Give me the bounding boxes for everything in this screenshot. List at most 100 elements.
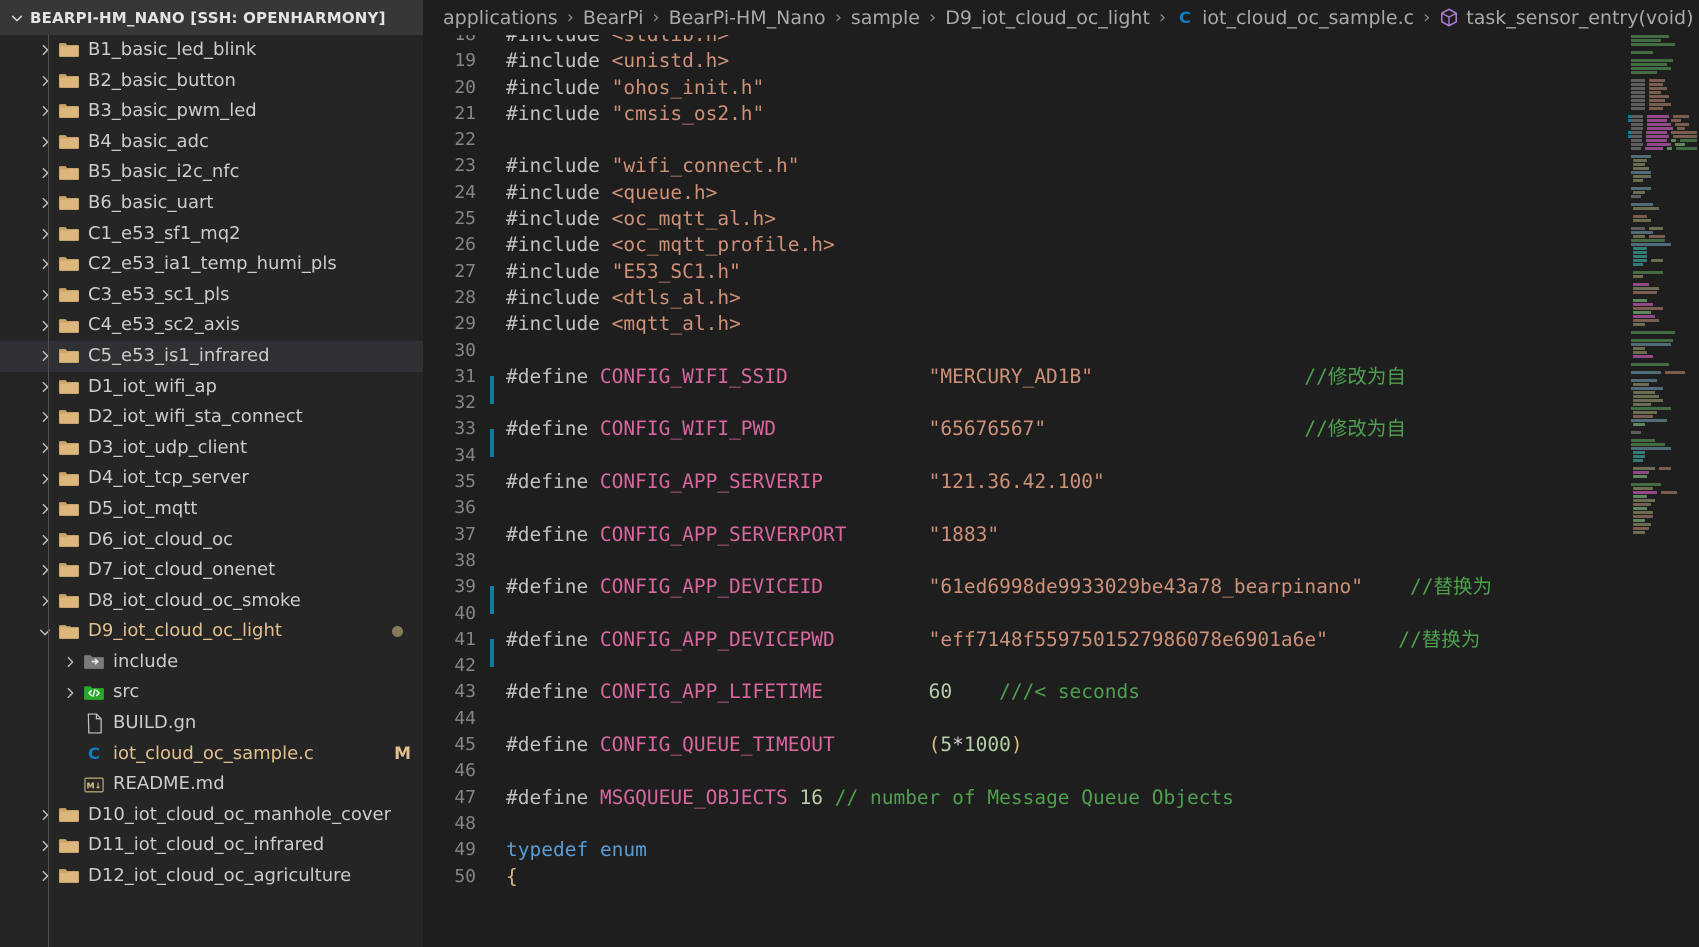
breadcrumb-item-iot-cloud-oc-sample-c[interactable]: Ciot_cloud_oc_sample.c — [1175, 7, 1414, 29]
code-line[interactable]: 45 #define CONFIG_QUEUE_TIMEOUT (5*1000) — [423, 732, 1628, 758]
chevron-right-icon[interactable] — [34, 472, 56, 486]
breadcrumb-item-applications[interactable]: applications — [443, 7, 558, 29]
chevron-right-icon[interactable] — [34, 257, 56, 271]
code-line[interactable]: 44 — [423, 706, 1628, 732]
tree-item-b6-basic-uart[interactable]: B6_basic_uart — [0, 188, 423, 219]
tree-item-iot-cloud-oc-sample-c[interactable]: Ciot_cloud_oc_sample.c M — [0, 739, 423, 770]
chevron-right-icon[interactable] — [34, 227, 56, 241]
code-line[interactable]: 35 #define CONFIG_APP_SERVERIP "121.36.42… — [423, 469, 1628, 495]
code-line[interactable]: 36 — [423, 495, 1628, 521]
breadcrumb-item-bearpi[interactable]: BearPi — [583, 7, 644, 29]
code-line[interactable]: 19 #include <unistd.h> — [423, 48, 1628, 74]
code-line[interactable]: 33 #define CONFIG_WIFI_PWD "65676567" //修… — [423, 416, 1628, 457]
breadcrumb-item-task-sensor-entry-void-[interactable]: task_sensor_entry(void) — [1439, 7, 1694, 29]
tree-item-d4-iot-tcp-server[interactable]: D4_iot_tcp_server — [0, 463, 423, 494]
breadcrumb[interactable]: applications › BearPi › BearPi-HM_Nano › sampl… — [423, 0, 1699, 35]
code-line[interactable]: 49 typedef enum — [423, 837, 1628, 863]
chevron-right-icon[interactable] — [34, 502, 56, 516]
tree-item-c3-e53-sc1-pls[interactable]: C3_e53_sc1_pls — [0, 280, 423, 311]
tree-item-readme-md[interactable]: M↓ README.md — [0, 769, 423, 800]
explorer-section-header[interactable]: BEARPI-HM_NANO [SSH: OPENHARMONY] — [0, 0, 423, 35]
chevron-down-icon[interactable] — [10, 11, 24, 25]
chevron-right-icon[interactable] — [59, 686, 81, 700]
code-line[interactable]: 31 #define CONFIG_WIFI_SSID "MERCURY_AD1B… — [423, 364, 1628, 404]
chevron-right-icon[interactable] — [34, 104, 56, 118]
code-line[interactable]: 50 { — [423, 864, 1628, 890]
chevron-right-icon[interactable] — [34, 135, 56, 149]
chevron-right-icon[interactable] — [34, 380, 56, 394]
code-line[interactable]: 22 — [423, 127, 1628, 153]
chevron-right-icon[interactable] — [34, 533, 56, 547]
tree-item-d3-iot-udp-client[interactable]: D3_iot_udp_client — [0, 433, 423, 464]
chevron-right-icon[interactable] — [34, 839, 56, 853]
code-line[interactable]: 47 #define MSGQUEUE_OBJECTS 16 // number … — [423, 785, 1628, 811]
breadcrumb-item-d9-iot-cloud-oc-light[interactable]: D9_iot_cloud_oc_light — [945, 7, 1150, 29]
chevron-right-icon[interactable] — [34, 563, 56, 577]
chevron-right-icon[interactable] — [34, 808, 56, 822]
tree-item-d1-iot-wifi-ap[interactable]: D1_iot_wifi_ap — [0, 372, 423, 403]
tree-item-b1-basic-led-blink[interactable]: B1_basic_led_blink — [0, 35, 423, 66]
tree-item-c1-e53-sf1-mq2[interactable]: C1_e53_sf1_mq2 — [0, 219, 423, 250]
code-line[interactable]: 21 #include "cmsis_os2.h" — [423, 101, 1628, 127]
chevron-right-icon[interactable] — [34, 196, 56, 210]
code-line[interactable]: 42 — [423, 653, 1628, 679]
chevron-down-icon[interactable] — [34, 625, 56, 639]
chevron-right-icon[interactable] — [34, 594, 56, 608]
code-line[interactable]: 38 — [423, 548, 1628, 574]
minimap[interactable] — [1628, 35, 1699, 947]
code-line[interactable]: 27 #include "E53_SC1.h" — [423, 259, 1628, 285]
tree-item-d5-iot-mqtt[interactable]: D5_iot_mqtt — [0, 494, 423, 525]
chevron-right-icon[interactable] — [34, 288, 56, 302]
tree-item-b5-basic-i2c-nfc[interactable]: B5_basic_i2c_nfc — [0, 157, 423, 188]
tree-item-d11-iot-cloud-oc-infrared[interactable]: D11_iot_cloud_oc_infrared — [0, 830, 423, 861]
tree-item-d2-iot-wifi-sta-connect[interactable]: D2_iot_wifi_sta_connect — [0, 402, 423, 433]
chevron-right-icon[interactable] — [34, 43, 56, 57]
code-line[interactable]: 34 — [423, 443, 1628, 469]
tree-item-d12-iot-cloud-oc-agriculture[interactable]: D12_iot_cloud_oc_agriculture — [0, 861, 423, 892]
code-line[interactable]: 41 #define CONFIG_APP_DEVICEPWD "eff7148f… — [423, 627, 1628, 667]
code-line[interactable]: 23 #include "wifi_connect.h" — [423, 153, 1628, 179]
code-line[interactable]: 29 #include <mqtt_al.h> — [423, 311, 1628, 337]
tree-item-d6-iot-cloud-oc[interactable]: D6_iot_cloud_oc — [0, 525, 423, 556]
chevron-right-icon[interactable] — [34, 349, 56, 363]
tree-item-src[interactable]: src — [0, 677, 423, 708]
code-line[interactable]: 18 #include <stdlib.h> — [423, 35, 1628, 48]
breadcrumb-item-sample[interactable]: sample — [851, 7, 920, 29]
tree-item-b3-basic-pwm-led[interactable]: B3_basic_pwm_led — [0, 96, 423, 127]
tree-item-c5-e53-is1-infrared[interactable]: C5_e53_is1_infrared — [0, 340, 423, 372]
svg-text:M↓: M↓ — [87, 780, 102, 790]
breadcrumb-item-bearpi-hm-nano[interactable]: BearPi-HM_Nano — [669, 7, 826, 29]
code-line[interactable]: 26 #include <oc_mqtt_profile.h> — [423, 232, 1628, 258]
code-line[interactable]: 40 — [423, 601, 1628, 627]
code-line[interactable]: 28 #include <dtls_al.h> — [423, 285, 1628, 311]
code-line[interactable]: 20 #include "ohos_init.h" — [423, 75, 1628, 101]
code-line[interactable]: 46 — [423, 758, 1628, 784]
code-line[interactable]: 39 #define CONFIG_APP_DEVICEID "61ed6998d… — [423, 574, 1628, 615]
chevron-right-icon[interactable] — [34, 869, 56, 883]
code-line[interactable]: 24 #include <queue.h> — [423, 180, 1628, 206]
tree-item-b4-basic-adc[interactable]: B4_basic_adc — [0, 127, 423, 158]
tree-item-b2-basic-button[interactable]: B2_basic_button — [0, 66, 423, 97]
tree-item-c4-e53-sc2-axis[interactable]: C4_e53_sc2_axis — [0, 310, 423, 341]
chevron-right-icon[interactable] — [34, 319, 56, 333]
tree-item-c2-e53-ia1-temp-humi-pls[interactable]: C2_e53_ia1_temp_humi_pls — [0, 249, 423, 280]
chevron-right-icon[interactable] — [34, 410, 56, 424]
code-line[interactable]: 43 #define CONFIG_APP_LIFETIME 60 ///< se… — [423, 679, 1628, 705]
chevron-right-icon[interactable] — [34, 441, 56, 455]
chevron-right-icon[interactable] — [59, 655, 81, 669]
tree-item-d8-iot-cloud-oc-smoke[interactable]: D8_iot_cloud_oc_smoke — [0, 586, 423, 617]
code-line[interactable]: 37 #define CONFIG_APP_SERVERPORT "1883" — [423, 522, 1628, 548]
code-line[interactable]: 30 — [423, 338, 1628, 364]
code-editor[interactable]: 18 #include <stdlib.h> 19 #include <unistd.… — [423, 35, 1628, 947]
tree-item-d10-iot-cloud-oc-manhole-cover[interactable]: D10_iot_cloud_oc_manhole_cover — [0, 800, 423, 831]
chevron-right-icon[interactable] — [34, 166, 56, 180]
file-tree[interactable]: B1_basic_led_blink B2_basic_button B3_basi… — [0, 35, 423, 947]
tree-item-d7-iot-cloud-onenet[interactable]: D7_iot_cloud_onenet — [0, 555, 423, 586]
tree-item-include[interactable]: include — [0, 647, 423, 678]
chevron-right-icon[interactable] — [34, 74, 56, 88]
tree-item-d9-iot-cloud-oc-light[interactable]: D9_iot_cloud_oc_light — [0, 616, 423, 647]
code-line[interactable]: 25 #include <oc_mqtt_al.h> — [423, 206, 1628, 232]
code-line[interactable]: 32 — [423, 390, 1628, 416]
code-line[interactable]: 48 — [423, 811, 1628, 837]
tree-item-build-gn[interactable]: BUILD.gn — [0, 708, 423, 739]
